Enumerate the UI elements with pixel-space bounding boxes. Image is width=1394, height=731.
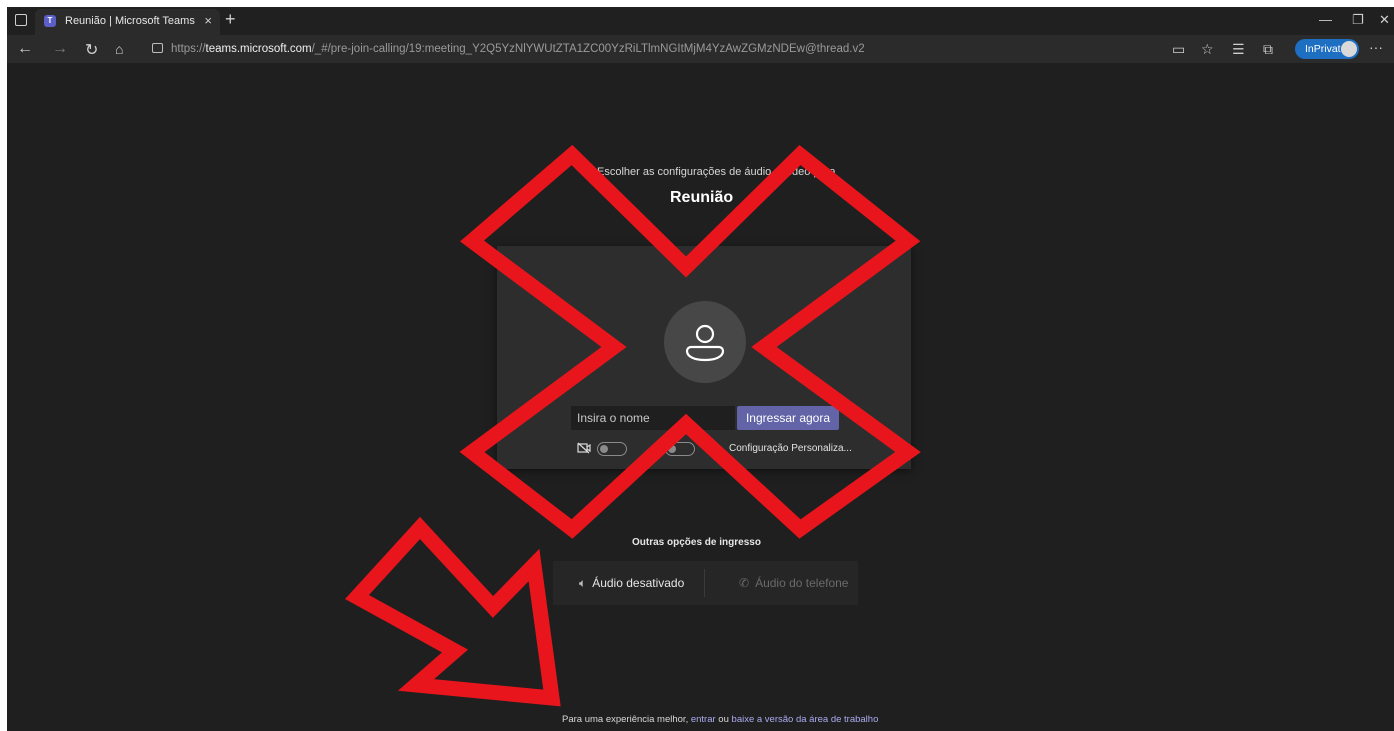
teams-favicon: T [44,15,56,27]
minimize-icon[interactable]: — [1319,12,1332,27]
other-options-title: Outras opções de ingresso [632,537,761,548]
url-host: teams.microsoft.com [205,43,312,55]
other-options-box: 🔈︎ Áudio desativado ✆ Áudio do telefone [553,561,858,605]
more-options-icon[interactable]: ··· [1369,39,1383,55]
prejoin-page: Escolher as configurações de áudio e víd… [7,63,1394,731]
restore-icon[interactable]: ❐ [1352,12,1364,28]
audio-off-option[interactable]: 🔈︎ Áudio desativado [579,561,684,605]
refresh-icon[interactable]: ↻ [85,40,98,60]
home-icon[interactable]: ⌂ [115,41,123,57]
options-divider [704,569,705,597]
signin-link[interactable]: entrar [691,714,716,725]
prejoin-subtitle: Escolher as configurações de áudio e víd… [597,166,836,178]
url-scheme: https:// [171,43,206,55]
url-field[interactable]: https://teams.microsoft.com/_#/pre-join-… [152,39,1162,59]
close-tab-icon[interactable]: × [204,13,212,28]
avatar [664,301,746,383]
browser-window: T Reunião | Microsoft Teams × + — ❐ ✕ ← … [7,7,1394,731]
camera-toggle[interactable] [597,442,627,456]
prejoin-panel: Ingressar agora Configuração Personaliza… [497,246,911,469]
phone-audio-option[interactable]: ✆ Áudio do telefone [739,561,848,605]
download-desktop-link[interactable]: baixe a versão da área de trabalho [732,714,879,725]
favorites-icon[interactable]: ☰ [1232,41,1245,58]
meeting-title: Reunião [670,189,734,206]
phone-icon: ✆ [739,576,750,590]
microphone-toggle[interactable] [665,442,695,456]
join-now-button[interactable]: Ingressar agora [737,406,839,430]
custom-setting-button[interactable]: Configuração Personaliza... [729,443,852,454]
browser-tab[interactable]: T Reunião | Microsoft Teams × [35,9,220,35]
footer-middle: ou [715,714,732,725]
footer-text: Para uma experiência melhor, entrar ou b… [562,714,878,725]
inprivate-badge[interactable]: InPrivate [1295,39,1359,59]
camera-off-icon[interactable] [577,442,591,454]
profile-avatar [1341,41,1357,57]
tab-actions-icon[interactable] [15,14,27,26]
tab-title: Reunião | Microsoft Teams [65,15,195,27]
tab-bar: T Reunião | Microsoft Teams × + — ❐ ✕ [7,7,1394,35]
back-icon[interactable]: ← [17,40,33,58]
footer-prefix: Para uma experiência melhor, [562,714,691,725]
person-icon [685,324,725,362]
speaker-mute-icon: 🔈︎ [579,576,587,590]
name-input[interactable] [571,406,735,430]
new-tab-button[interactable]: + [225,9,236,30]
favorite-add-icon[interactable]: ☆ [1201,41,1214,58]
url-path: /_#/pre-join-calling/19:meeting_Y2Q5YzNl… [311,43,865,55]
lock-icon[interactable] [152,43,163,53]
phone-audio-label: Áudio do telefone [755,576,849,590]
collections-icon[interactable]: ⧉ [1263,41,1273,58]
audio-off-label: Áudio desativado [592,576,685,590]
address-bar: ← → ↻ ⌂ https://teams.microsoft.com/_#/p… [7,35,1394,63]
forward-icon[interactable]: → [52,40,68,58]
immersive-reader-icon[interactable]: ▭ [1172,41,1185,58]
close-window-icon[interactable]: ✕ [1379,12,1390,28]
